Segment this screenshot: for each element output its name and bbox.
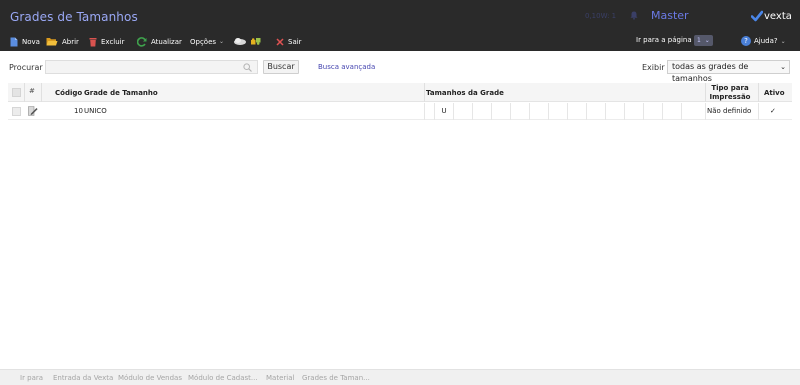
- goto-page-label: Ir para a página: [636, 36, 692, 44]
- size-cell: [662, 103, 681, 120]
- size-cell: [453, 103, 472, 120]
- bell-icon[interactable]: [630, 11, 638, 20]
- view-filter-label: Exibir: [642, 63, 665, 72]
- row-checkbox[interactable]: [12, 107, 21, 116]
- puzzle-icon: [251, 37, 261, 45]
- sizes-cells: U: [434, 103, 700, 120]
- search-icon[interactable]: [243, 63, 252, 72]
- delete-button-label: Excluir: [101, 37, 125, 46]
- size-cell: [472, 103, 491, 120]
- column-divider: [41, 83, 42, 102]
- breadcrumb-item[interactable]: Entrada da Vexta: [53, 374, 113, 382]
- exit-button[interactable]: Sair: [276, 36, 302, 47]
- breadcrumb-item[interactable]: Grades de Taman...: [302, 374, 370, 382]
- refresh-button[interactable]: Atualizar: [137, 36, 182, 47]
- column-header-print-type[interactable]: Tipo para Impressão: [706, 83, 754, 102]
- new-button-label: Nova: [22, 37, 40, 46]
- options-menu[interactable]: Opções ⌄: [190, 36, 224, 47]
- goto-page-select[interactable]: 1 ⌄: [694, 35, 713, 46]
- edit-icon[interactable]: [28, 106, 38, 116]
- size-cell: [548, 103, 567, 120]
- advanced-search-link[interactable]: Busca avançada: [318, 63, 375, 71]
- column-divider: [24, 83, 25, 102]
- toolbar: Nova Abrir Excluir Atualizar Opções ⌄ Sa…: [0, 32, 800, 51]
- size-cell: [491, 103, 510, 120]
- title-bar: Grades de Tamanhos 0,10W: 1 Master vexta: [0, 0, 800, 32]
- cell-grade: UNICO: [84, 107, 107, 115]
- column-header-grade[interactable]: Grade de Tamanho: [84, 83, 158, 102]
- size-cell: [605, 103, 624, 120]
- cloud-icon: [234, 38, 246, 45]
- column-header-active[interactable]: Ativo: [764, 83, 785, 102]
- user-name[interactable]: Master: [651, 9, 689, 22]
- size-cell: [643, 103, 662, 120]
- breadcrumb-item[interactable]: Material: [266, 374, 294, 382]
- view-filter-value: todas as grades de tamanhos: [672, 62, 749, 83]
- open-button[interactable]: Abrir: [46, 36, 79, 47]
- view-filter-select[interactable]: todas as grades de tamanhos ⌄: [667, 60, 790, 83]
- goto-page-value: 1: [697, 37, 701, 44]
- chevron-down-icon: ⌄: [219, 38, 225, 45]
- folder-icon: [46, 38, 58, 46]
- cloud-button[interactable]: [233, 36, 251, 47]
- session-indicator: 0,10W: 1: [585, 12, 617, 20]
- breadcrumb-item[interactable]: Módulo de Vendas: [118, 374, 182, 382]
- page-title: Grades de Tamanhos: [10, 10, 138, 24]
- new-button[interactable]: Nova: [10, 36, 40, 47]
- cell-code: 10: [74, 107, 83, 115]
- help-button[interactable]: ? Ajuda? ⌄: [741, 36, 786, 46]
- cell-print-type: Não definido: [707, 107, 752, 115]
- size-cell: [624, 103, 643, 120]
- select-all-checkbox[interactable]: [12, 88, 21, 97]
- vexta-check-icon: [751, 10, 763, 22]
- exit-button-label: Sair: [288, 37, 302, 46]
- puzzle-button[interactable]: [250, 36, 266, 47]
- column-divider: [758, 83, 759, 102]
- search-button[interactable]: Buscar: [263, 60, 299, 74]
- breadcrumb-goto-label: Ir para: [20, 374, 44, 382]
- size-cell: U: [434, 103, 453, 120]
- close-icon: [276, 37, 284, 46]
- breadcrumb: Ir para Entrada da Vexta Módulo de Venda…: [0, 369, 800, 385]
- cell-active-check: ✓: [770, 107, 776, 115]
- refresh-button-label: Atualizar: [151, 37, 182, 46]
- chevron-down-icon: ⌄: [704, 37, 710, 44]
- column-header-print-type-line2: Impressão: [709, 92, 751, 101]
- search-label: Procurar: [9, 63, 43, 72]
- size-cell: [567, 103, 586, 120]
- chevron-down-icon: ⌄: [780, 37, 786, 45]
- column-header-hash[interactable]: #: [29, 87, 35, 95]
- vexta-logo: vexta: [751, 9, 792, 23]
- size-cell: [510, 103, 529, 120]
- column-divider: [758, 103, 759, 120]
- help-button-label: Ajuda?: [754, 37, 778, 45]
- column-header-sizes[interactable]: Tamanhos da Grade: [426, 83, 504, 102]
- chevron-down-icon: ⌄: [780, 63, 786, 71]
- new-document-icon: [10, 37, 18, 46]
- delete-button[interactable]: Excluir: [89, 36, 125, 47]
- size-cell: [681, 103, 700, 120]
- breadcrumb-item[interactable]: Módulo de Cadast...: [188, 374, 258, 382]
- refresh-icon: [137, 36, 147, 47]
- options-menu-label: Opções: [190, 37, 217, 46]
- search-input[interactable]: [45, 60, 258, 74]
- size-cell: [586, 103, 605, 120]
- column-divider: [424, 103, 425, 120]
- size-cell: [529, 103, 548, 120]
- column-header-code[interactable]: Código: [55, 83, 82, 102]
- logo-text: vexta: [764, 10, 792, 22]
- trash-icon: [89, 37, 97, 46]
- column-divider: [424, 83, 425, 102]
- column-header-print-type-line1: Tipo para: [711, 83, 749, 92]
- help-icon: ?: [741, 36, 751, 46]
- open-button-label: Abrir: [62, 37, 79, 46]
- table-row[interactable]: 10 UNICO U Não definido ✓: [8, 103, 792, 120]
- column-divider: [705, 103, 706, 120]
- table-header: # Código Grade de Tamanho Tamanhos da Gr…: [8, 83, 792, 102]
